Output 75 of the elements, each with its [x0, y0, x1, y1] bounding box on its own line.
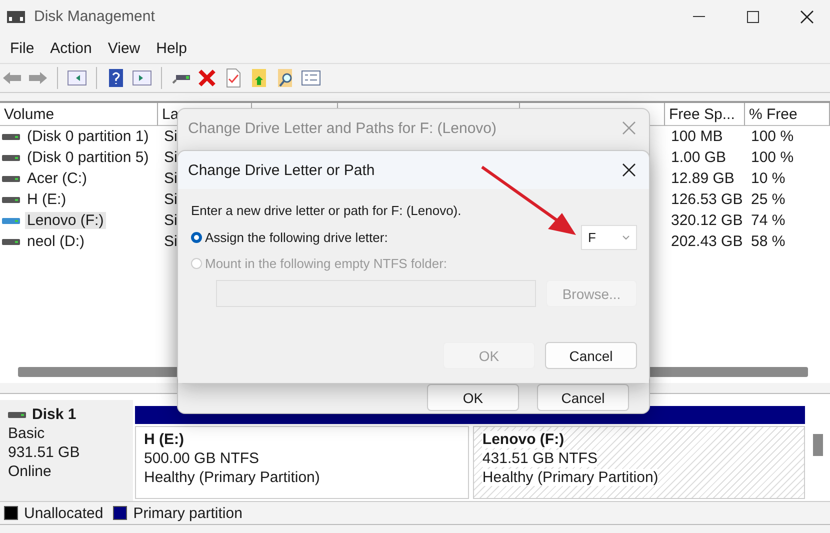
table-cell-text: 58 % — [750, 232, 786, 252]
partition-status: Healthy (Primary Partition) — [482, 469, 658, 486]
column-header[interactable]: Volume — [0, 103, 158, 126]
table-cell-text: 100 % — [750, 127, 795, 147]
table-cell-text: 100 MB — [670, 127, 724, 147]
table-cell-text: 320.12 GB — [670, 211, 744, 231]
table-cell-text: 126.53 GB — [670, 190, 744, 210]
menu-item[interactable]: View — [102, 40, 146, 56]
dialog-button[interactable]: Cancel — [545, 342, 637, 369]
menu-item[interactable]: Help — [150, 40, 193, 56]
partition-name: Lenovo (F:) — [482, 431, 564, 448]
table-cell-text: 202.43 GB — [670, 232, 744, 252]
partition-name: H (E:) — [144, 431, 184, 448]
table-cell[interactable]: (Disk 0 partition 1) — [25, 128, 151, 145]
table-cell[interactable]: (Disk 0 partition 5) — [25, 149, 151, 166]
pane-icon[interactable] — [67, 68, 87, 88]
properties-icon[interactable] — [301, 68, 321, 88]
table-cell: Si — [164, 170, 178, 187]
drive-icon — [2, 132, 20, 140]
table-cell-text: 100 % — [750, 148, 795, 168]
close-icon — [621, 120, 637, 136]
maximize-icon — [747, 10, 759, 22]
table-cell-text: 74 % — [750, 211, 786, 231]
partition-block[interactable]: Lenovo (F:) 431.51 GB NTFS Healthy (Primary Partition) — [473, 426, 805, 499]
delete-icon[interactable] — [197, 68, 217, 88]
window-title: Disk Management — [34, 8, 156, 25]
table-cell[interactable]: H (E:) — [25, 191, 68, 208]
drive-icon — [2, 154, 20, 162]
drive-icon — [2, 174, 20, 182]
search-icon[interactable] — [275, 68, 295, 88]
legend-label: Unallocated — [24, 504, 104, 522]
legend-label: Primary partition — [133, 504, 242, 522]
table-cell-text: 12.89 GB — [670, 169, 736, 189]
table-cell[interactable]: Acer (C:) — [25, 170, 89, 187]
table-cell: Si — [164, 149, 178, 166]
partition-block[interactable]: H (E:) 500.00 GB NTFS Healthy (Primary Partition) — [135, 426, 470, 499]
disk-size: 931.51 GB — [8, 444, 81, 461]
drive-icon — [8, 410, 26, 418]
disk-type: Basic — [8, 425, 46, 442]
column-header[interactable]: Free Sp... — [665, 103, 745, 126]
pane-icon[interactable] — [132, 68, 152, 88]
dialog-button[interactable]: Cancel — [537, 384, 629, 411]
partition-size: 431.51 GB NTFS — [482, 450, 598, 467]
minimize-icon — [693, 16, 705, 18]
prompt-text: Enter a new drive letter or path for F: (Lenovo). — [191, 203, 462, 218]
table-cell-text: 1.00 GB — [670, 148, 728, 168]
close-icon — [799, 8, 815, 24]
help-icon[interactable] — [106, 68, 126, 88]
partition-status: Healthy (Primary Partition) — [144, 469, 320, 486]
drive-letter-dropdown[interactable]: F — [581, 224, 637, 250]
dialog-title: Change Drive Letter and Paths for F: (Lenovo) — [188, 120, 496, 136]
disk-name: Disk 1 — [32, 406, 76, 423]
table-cell: Si — [164, 128, 178, 145]
dialog-button[interactable]: OK — [427, 384, 519, 411]
table-cell-text: 10 % — [750, 169, 786, 189]
drive-icon — [2, 216, 20, 224]
chevron-icon — [622, 234, 630, 240]
table-cell: Si — [164, 212, 178, 229]
table-cell[interactable]: neol (D:) — [25, 233, 87, 250]
disk-status: Online — [8, 463, 52, 480]
table-cell-text: 25 % — [750, 190, 786, 210]
close-icon — [621, 162, 637, 178]
radio-option[interactable]: Assign the following drive letter: — [191, 230, 388, 244]
scrollbar-thumb[interactable] — [812, 434, 822, 456]
drive-icon — [2, 238, 20, 246]
upload-folder-icon[interactable] — [249, 68, 269, 88]
app-icon — [6, 8, 26, 24]
column-header[interactable]: % Free — [745, 103, 830, 126]
menu-item[interactable]: File — [4, 40, 40, 56]
dialog-title: Change Drive Letter or Path — [188, 162, 375, 178]
drive-icon — [2, 196, 20, 204]
table-cell[interactable]: Lenovo (F:) — [25, 212, 106, 229]
table-cell: Si — [164, 191, 178, 208]
menu-item[interactable]: Action — [44, 40, 98, 56]
table-cell: Si — [164, 233, 178, 250]
